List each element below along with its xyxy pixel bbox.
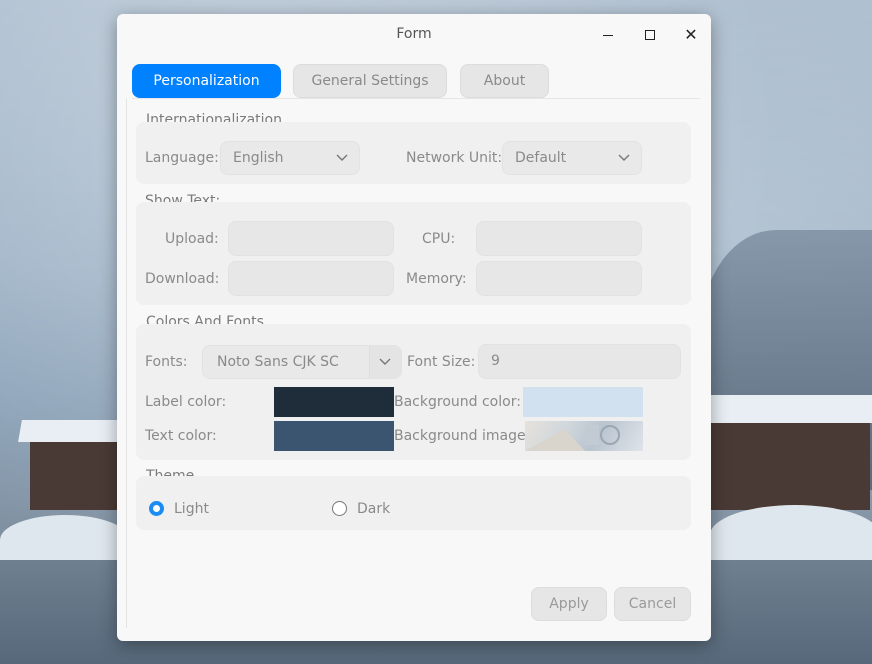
titlebar: Form ✕ bbox=[117, 14, 711, 56]
background-image-label: Background image: bbox=[394, 428, 531, 444]
window-title: Form bbox=[396, 26, 432, 42]
font-size-input[interactable]: 9 bbox=[478, 344, 681, 379]
fonts-select[interactable]: Noto Sans CJK SC bbox=[202, 345, 402, 379]
network-unit-select[interactable]: Default bbox=[502, 141, 642, 175]
label-color-label: Label color: bbox=[145, 394, 227, 410]
apply-button[interactable]: Apply bbox=[531, 587, 607, 621]
tab-general-settings[interactable]: General Settings bbox=[293, 64, 447, 98]
cpu-input[interactable] bbox=[476, 221, 642, 256]
theme-dark-radio[interactable] bbox=[332, 501, 347, 516]
fonts-label: Fonts: bbox=[145, 354, 188, 370]
tab-divider bbox=[132, 98, 700, 99]
language-select[interactable]: English bbox=[220, 141, 360, 175]
network-unit-value: Default bbox=[515, 150, 567, 166]
panel-border bbox=[126, 98, 127, 628]
chevron-down-icon bbox=[379, 358, 391, 365]
download-label: Download: bbox=[145, 271, 220, 287]
memory-label: Memory: bbox=[406, 271, 467, 287]
close-button[interactable]: ✕ bbox=[680, 24, 702, 46]
language-value: English bbox=[233, 150, 284, 166]
minimize-icon bbox=[603, 35, 613, 36]
maximize-icon bbox=[645, 30, 655, 40]
cancel-button[interactable]: Cancel bbox=[614, 587, 691, 621]
background-image-preview[interactable] bbox=[525, 421, 643, 451]
theme-light-label[interactable]: Light bbox=[174, 501, 209, 517]
chevron-down-icon bbox=[618, 154, 630, 161]
background-image-thumbnail bbox=[525, 425, 620, 451]
cpu-label: CPU: bbox=[422, 231, 456, 247]
theme-group bbox=[136, 476, 691, 530]
maximize-button[interactable] bbox=[639, 24, 661, 46]
text-color-label: Text color: bbox=[145, 428, 217, 444]
theme-dark-label[interactable]: Dark bbox=[357, 501, 390, 517]
fonts-value: Noto Sans CJK SC bbox=[217, 354, 339, 370]
upload-input[interactable] bbox=[228, 221, 394, 256]
background-color-label: Background color: bbox=[394, 394, 521, 410]
memory-input[interactable] bbox=[476, 261, 642, 296]
form-window: Form ✕ Personalization General Settings … bbox=[117, 14, 711, 641]
label-color-swatch[interactable] bbox=[274, 387, 394, 417]
tab-personalization[interactable]: Personalization bbox=[132, 64, 281, 98]
text-color-swatch[interactable] bbox=[274, 421, 394, 451]
close-icon: ✕ bbox=[684, 25, 698, 44]
theme-light-radio[interactable] bbox=[149, 501, 164, 516]
download-input[interactable] bbox=[228, 261, 394, 296]
tab-about[interactable]: About bbox=[460, 64, 549, 98]
language-label: Language: bbox=[145, 150, 219, 166]
network-unit-label: Network Unit: bbox=[406, 150, 503, 166]
minimize-button[interactable] bbox=[597, 24, 619, 46]
font-size-label: Font Size: bbox=[407, 354, 476, 370]
upload-label: Upload: bbox=[165, 231, 219, 247]
background-color-swatch[interactable] bbox=[523, 387, 643, 417]
fonts-dropdown-button[interactable] bbox=[369, 346, 401, 378]
chevron-down-icon bbox=[336, 154, 348, 161]
